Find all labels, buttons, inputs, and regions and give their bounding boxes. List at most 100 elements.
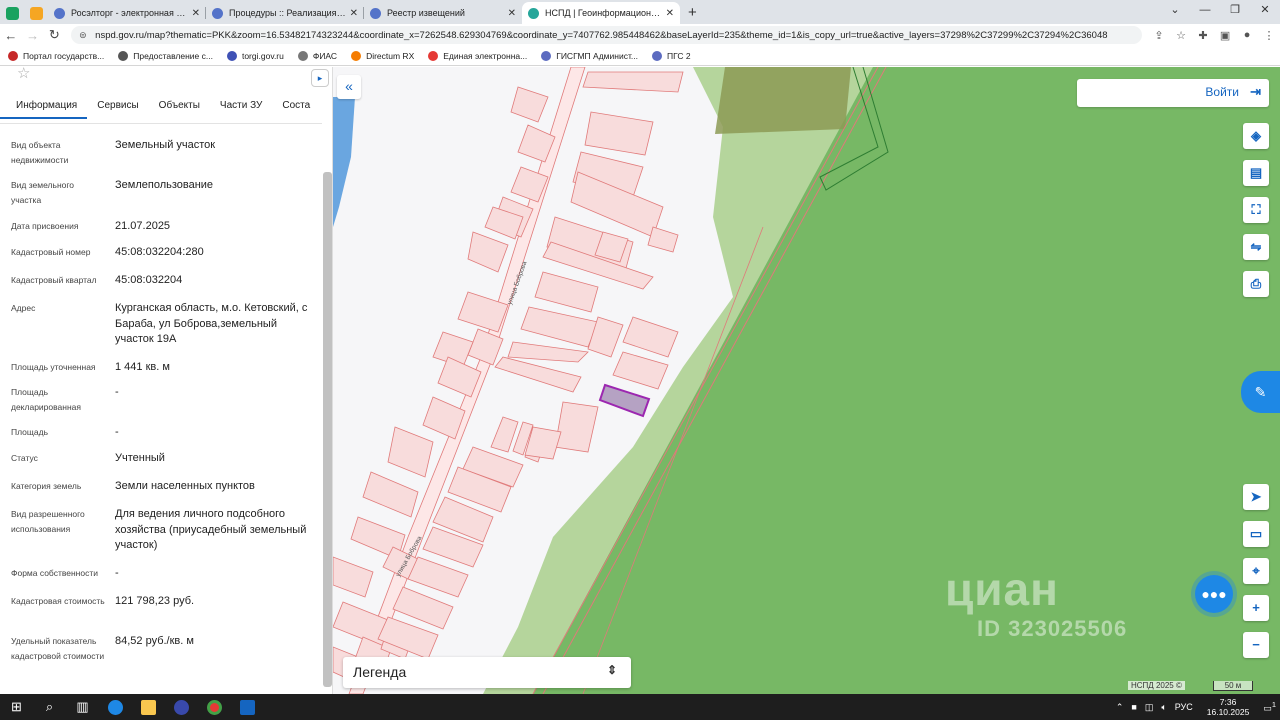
- bookmark-item[interactable]: Предоставление с...: [118, 50, 213, 61]
- site-icon: [528, 7, 539, 19]
- divider: [0, 123, 322, 124]
- property-label: Площадь: [11, 427, 49, 437]
- cadastral-cost-value: 121 798,23 руб.: [115, 595, 195, 607]
- tab-composition[interactable]: Соста: [272, 95, 320, 119]
- bookmark-label: ПГС 2: [666, 50, 691, 61]
- volume-icon[interactable]: 🔈︎: [1161, 702, 1166, 713]
- close-icon[interactable]: ✕: [508, 8, 516, 19]
- close-window-icon[interactable]: ✕: [1250, 0, 1280, 22]
- share-button[interactable]: ⇋: [1243, 234, 1269, 260]
- close-icon[interactable]: ✕: [666, 8, 674, 19]
- time: 7:36: [1219, 697, 1237, 707]
- bookmark-label: Единая электронна...: [443, 50, 528, 61]
- share-icon[interactable]: ⇪: [1148, 29, 1170, 42]
- chevron-down-icon[interactable]: ⌄: [1160, 0, 1190, 22]
- site-info-icon[interactable]: ⊜: [79, 30, 91, 41]
- tab-objects[interactable]: Объекты: [149, 95, 210, 119]
- globe-icon: [212, 7, 223, 19]
- support-tab[interactable]: ✎: [1241, 371, 1280, 413]
- browser-tab[interactable]: Реестр извещений ✕: [364, 2, 522, 24]
- map-canvas[interactable]: улица Боброва улица Боброва « Войти ⇥ ◈ ▤…: [333, 67, 1280, 694]
- bookmark-item[interactable]: ГИСГМП Админист...: [541, 50, 638, 61]
- windows-start-icon[interactable]: ⊞: [0, 694, 33, 720]
- chrome-icon[interactable]: [198, 694, 231, 720]
- reload-icon[interactable]: ↻: [43, 27, 65, 43]
- geolocate-button[interactable]: ➤: [1243, 484, 1269, 510]
- property-value: Земельный участок: [115, 139, 216, 151]
- notification-icon[interactable]: ▭1: [1263, 700, 1276, 714]
- cadastral-number: 45:08:032204:280: [115, 246, 204, 258]
- back-arrow-icon[interactable]: ←: [0, 28, 22, 43]
- property-label: Удельный показатель кадастровой стоимост…: [11, 636, 105, 661]
- language-indicator[interactable]: РУС: [1175, 702, 1193, 712]
- sidebar-icon[interactable]: ▣: [1214, 29, 1236, 42]
- minimize-icon[interactable]: —: [1190, 0, 1220, 22]
- address-bar: ← → ↻ ⊜ nspd.gov.ru/map?thematic=PKK&zoom…: [0, 24, 1280, 46]
- network-icon[interactable]: ◫: [1145, 702, 1154, 713]
- info-panel: ☆ Информация Сервисы Объекты Части ЗУ Со…: [0, 67, 333, 694]
- collapse-panel-button[interactable]: «: [337, 75, 361, 99]
- menu-icon[interactable]: ⋮: [1258, 29, 1280, 42]
- olive-area: [715, 67, 851, 134]
- tab-title: Реестр извещений: [387, 8, 465, 18]
- property-value: 21.07.2025: [115, 220, 171, 232]
- clock[interactable]: 7:36 16.10.2025: [1207, 697, 1250, 717]
- favorite-star-icon[interactable]: ☆: [17, 67, 30, 82]
- property-value: Для ведения личного подсобного хозяйства…: [115, 508, 307, 551]
- taskbar: ⊞ ⌕ ▥ ⌃ ■ ◫ 🔈︎ РУС 7:36 16.10.2025 ▭1: [0, 694, 1280, 720]
- globe-icon: [370, 7, 381, 19]
- search-icon[interactable]: ⌕: [33, 694, 66, 720]
- bookmark-item[interactable]: Единая электронна...: [428, 50, 528, 61]
- browser-tab[interactable]: Процедуры :: Реализация госим ✕: [206, 2, 364, 24]
- forward-arrow-icon[interactable]: →: [22, 28, 44, 43]
- property-value: Земли населенных пунктов: [115, 480, 255, 492]
- word-icon[interactable]: [231, 694, 264, 720]
- url-input[interactable]: ⊜ nspd.gov.ru/map?thematic=PKK&zoom=16.53…: [71, 26, 1143, 44]
- pinned-tab-1[interactable]: [0, 2, 24, 24]
- bookmark-item[interactable]: ФИАС: [297, 50, 337, 61]
- system-tray: ⌃ ■ ◫ 🔈︎ РУС 7:36 16.10.2025 ▭1: [1112, 694, 1280, 720]
- edge-icon[interactable]: [99, 694, 132, 720]
- browser-tab[interactable]: Росэлторг - электронная торгов ✕: [48, 2, 206, 24]
- tab-information[interactable]: Информация: [0, 95, 88, 119]
- tabs-scroll-right-button[interactable]: ▸: [311, 69, 329, 87]
- layers-button[interactable]: ◈: [1243, 123, 1269, 149]
- chevron-up-icon[interactable]: ⌃: [1116, 702, 1124, 713]
- chat-button[interactable]: ●●●: [1195, 575, 1233, 613]
- scale-bar: 50 м: [1213, 681, 1253, 691]
- tab-parts[interactable]: Части ЗУ: [210, 95, 272, 119]
- ruler-button[interactable]: ▤: [1243, 160, 1269, 186]
- browser-tab-active[interactable]: НСПД | Геоинформационный п ✕: [522, 2, 680, 24]
- profile-icon[interactable]: ●: [1236, 29, 1258, 42]
- login-button[interactable]: Войти ⇥: [1077, 79, 1269, 107]
- zoom-out-button[interactable]: −: [1243, 632, 1269, 658]
- bookmark-star-icon[interactable]: ☆: [1170, 29, 1192, 42]
- bookmark-item[interactable]: Directum RX: [351, 50, 414, 61]
- area-select-button[interactable]: ⛶: [1243, 197, 1269, 223]
- property-value: 84,52 руб./кв. м: [115, 635, 194, 647]
- tray-app-icon[interactable]: ■: [1131, 702, 1136, 712]
- tab-services[interactable]: Сервисы: [87, 95, 148, 119]
- minimap-button[interactable]: ▭: [1243, 521, 1269, 547]
- watermark-id: ID 323025506: [977, 616, 1128, 641]
- pinned-tab-2[interactable]: [24, 2, 48, 24]
- bookmark-item[interactable]: ПГС 2: [651, 50, 691, 61]
- zoom-in-button[interactable]: +: [1243, 595, 1269, 621]
- new-tab-button[interactable]: +: [688, 2, 697, 24]
- search-location-button[interactable]: ⌖: [1243, 558, 1269, 584]
- task-view-icon[interactable]: ▥: [66, 694, 99, 720]
- bookmark-item[interactable]: torgi.gov.ru: [226, 50, 284, 61]
- legend-dropdown[interactable]: Легенда ⇕: [343, 657, 631, 688]
- notification-count: 1: [1271, 700, 1276, 709]
- panel-scrollbar[interactable]: [323, 172, 332, 687]
- close-icon[interactable]: ✕: [192, 8, 200, 19]
- close-icon[interactable]: ✕: [350, 8, 358, 19]
- bookmark-item[interactable]: Портал государств...: [8, 50, 104, 61]
- restore-icon[interactable]: ❐: [1220, 0, 1250, 22]
- file-explorer-icon[interactable]: [132, 694, 165, 720]
- browser-tab-bar: Росэлторг - электронная торгов ✕ Процедур…: [0, 0, 1280, 24]
- extensions-icon[interactable]: ✚: [1192, 29, 1214, 42]
- app-icon[interactable]: [165, 694, 198, 720]
- property-value: -: [115, 386, 119, 398]
- print-button[interactable]: ⎙: [1243, 271, 1269, 297]
